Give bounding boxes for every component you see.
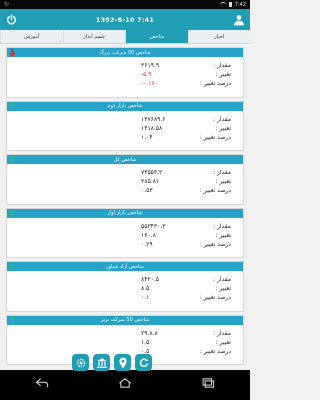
- change-label: تغییر :: [215, 231, 231, 239]
- tab-indices[interactable]: شاخص: [125, 30, 188, 43]
- change-value: -۵.۹: [141, 71, 152, 78]
- battery-icon: [228, 2, 232, 7]
- index-card[interactable]: شاخص بازار اول مقدار : ۵۵۳۴۳۰.۳ تغییر : ۱۶…: [6, 207, 244, 258]
- change-label: تغییر :: [215, 178, 231, 185]
- user-icon[interactable]: [232, 13, 246, 27]
- amount-label: مقدار :: [213, 329, 231, 337]
- tab-bar: اخبار شاخص چشم انداز آموزش: [0, 30, 250, 44]
- change-value: ۳۸۵.۸۱: [141, 178, 160, 185]
- change-percent-value: ۰.۲۹: [141, 240, 153, 248]
- bottom-bar: [0, 354, 250, 400]
- amount-value: ۸۴۲۰.۵: [141, 276, 160, 283]
- up-arrow-icon: [8, 102, 17, 111]
- wifi-icon: [219, 1, 226, 8]
- map-marker-icon: [118, 357, 127, 368]
- bank-icon: [96, 357, 107, 368]
- change-label: تغییر :: [215, 285, 231, 292]
- index-card[interactable]: شاخص کل مقدار : ۷۳۵۵۳.۲ تغییر : ۳۸۵.۸۱ درص…: [6, 154, 244, 205]
- amount-value: ۲۹.۸.۸: [141, 329, 158, 337]
- amount-value: ۱۳۷۶۸۹.۶: [141, 115, 166, 123]
- action-toolbar: [72, 354, 152, 371]
- change-value: ۸.۵: [141, 285, 150, 292]
- change-percent-value: -۰.۱۶۰: [141, 80, 158, 87]
- gear-icon: [76, 358, 85, 367]
- tab-outlook[interactable]: چشم انداز: [62, 30, 126, 43]
- change-percent-label: درصد تغییر :: [199, 133, 231, 141]
- index-title: شاخص آزاد شناور: [106, 263, 144, 270]
- amount-label: مقدار :: [213, 62, 231, 69]
- change-percent-label: درصد تغییر :: [199, 294, 231, 301]
- down-arrow-icon: [8, 48, 17, 57]
- change-percent-value: ۰.۵۳: [141, 187, 153, 194]
- change-label: تغییر :: [215, 124, 231, 132]
- index-title: شاخص بازار اول: [107, 210, 143, 216]
- change-label: تغییر :: [215, 71, 231, 78]
- status-bar: ↻ 7:42: [0, 0, 250, 9]
- up-arrow-icon: [8, 209, 17, 218]
- amount-value: ۷۳۵۵۳.۲: [141, 169, 163, 176]
- index-card[interactable]: شاخص 30 شرکت بزرگ مقدار : ۳۶۱۹.۹ تغییر : -…: [6, 47, 244, 98]
- change-value: ۱.۵: [141, 338, 150, 346]
- change-percent-value: ۰.۱: [141, 294, 150, 301]
- page-title: 1392-8-10 7:41: [95, 15, 155, 24]
- change-label: تغییر :: [215, 338, 231, 346]
- change-percent-label: درصد تغییر :: [199, 240, 231, 248]
- system-nav-bar: [0, 378, 250, 388]
- power-icon[interactable]: [4, 13, 18, 27]
- location-button[interactable]: [114, 354, 131, 371]
- bank-button[interactable]: [93, 354, 110, 371]
- status-time: 7:42: [234, 1, 246, 8]
- change-percent-label: درصد تغییر :: [199, 347, 231, 355]
- change-percent-value: ۱.۰۴: [141, 133, 153, 141]
- change-value: ۱۶۰.۸: [141, 231, 156, 239]
- back-icon[interactable]: [35, 378, 49, 388]
- indices-list[interactable]: شاخص 30 شرکت بزرگ مقدار : ۳۶۱۹.۹ تغییر : -…: [0, 44, 250, 370]
- index-title: شاخص 30 شرکت بزرگ: [99, 49, 151, 56]
- index-title: شاخص کل: [113, 156, 137, 163]
- refresh-icon: [139, 357, 148, 367]
- amount-label: مقدار :: [213, 276, 231, 283]
- index-title: شاخص بازار دوم: [107, 103, 143, 109]
- sync-notification-icon: ↻: [4, 0, 10, 8]
- up-arrow-icon: [8, 316, 17, 325]
- home-icon[interactable]: [118, 378, 132, 388]
- index-card[interactable]: شاخص آزاد شناور مقدار : ۸۴۲۰.۵ تغییر : ۸.۵…: [6, 261, 244, 312]
- index-card[interactable]: شاخص بازار دوم مقدار : ۱۳۷۶۸۹.۶ تغییر : ۱۴…: [6, 100, 244, 151]
- up-arrow-icon: [8, 262, 17, 271]
- change-value: ۱۴۱۸.۵۸: [141, 124, 163, 132]
- refresh-button[interactable]: [135, 354, 152, 371]
- amount-value: ۵۵۳۴۳۰.۳: [141, 222, 166, 230]
- amount-label: مقدار :: [213, 169, 231, 176]
- tab-news[interactable]: اخبار: [187, 30, 251, 43]
- change-percent-label: درصد تغییر :: [199, 187, 231, 194]
- tab-education[interactable]: آموزش: [0, 30, 63, 43]
- amount-value: ۳۶۱۹.۹: [141, 62, 160, 69]
- settings-button[interactable]: [72, 354, 89, 371]
- up-arrow-icon: [8, 155, 17, 164]
- index-title: شاخص 50 شرکت برتر: [100, 317, 150, 323]
- change-percent-label: درصد تغییر :: [199, 80, 231, 87]
- recent-apps-icon[interactable]: [201, 378, 215, 388]
- app-bar: 1392-8-10 7:41: [0, 9, 250, 30]
- amount-label: مقدار :: [213, 222, 231, 230]
- amount-label: مقدار :: [213, 115, 231, 123]
